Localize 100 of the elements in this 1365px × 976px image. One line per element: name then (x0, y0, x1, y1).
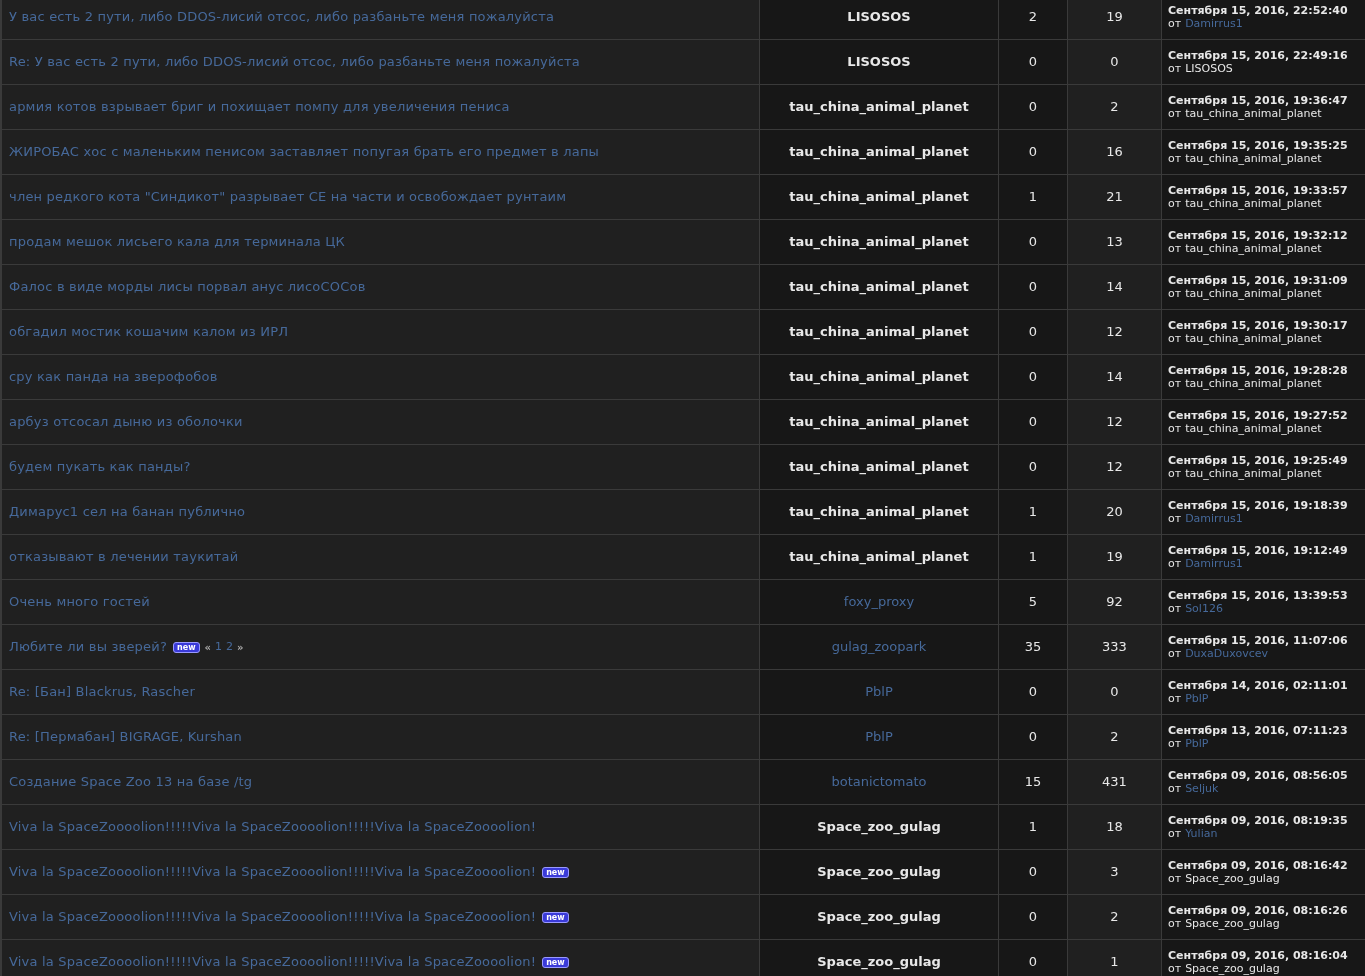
topic-link[interactable]: продам мешок лисьего кала для терминала ЦК (9, 232, 345, 252)
topic-link[interactable]: арбуз отсосал дыню из оболочки (9, 412, 243, 432)
last-poster-link[interactable]: Damirrus1 (1185, 557, 1243, 570)
last-poster-link[interactable]: DuxaDuxovcev (1185, 647, 1268, 660)
author-link[interactable]: foxy_proxy (843, 592, 915, 612)
replies-count: 0 (1028, 143, 1038, 162)
last-post-date: Сентября 15, 2016, 19:18:39 (1168, 499, 1349, 512)
topic-link[interactable]: ЖИРОБАС хос с маленьким пенисом заставляет попугая брать его предмет в лапы (9, 142, 600, 162)
last-poster-link[interactable]: PblP (1185, 692, 1209, 705)
topic-link[interactable]: Фалос в виде морды лисы порвал анус лисоСОСов (9, 277, 366, 297)
replies-count: 0 (1028, 413, 1038, 432)
replies-count: 0 (1028, 863, 1038, 882)
by-label: от (1168, 197, 1182, 210)
last-poster-name: tau_china_animal_planet (1185, 467, 1322, 480)
by-label: от (1168, 17, 1182, 30)
author-link[interactable]: PblP (865, 727, 893, 747)
last-post-date: Сентября 15, 2016, 22:49:16 (1168, 49, 1349, 62)
last-post-date: Сентября 15, 2016, 19:35:25 (1168, 139, 1349, 152)
page-link[interactable]: 1 (215, 638, 222, 656)
by-label: от (1168, 512, 1182, 525)
author-name: tau_china_animal_planet (789, 143, 969, 162)
topic-link[interactable]: Re: У вас есть 2 пути, либо DDOS-лисий отсос, либо разбаньте меня пожалуйста (9, 52, 580, 72)
by-label: от (1168, 737, 1182, 750)
last-post-date: Сентября 15, 2016, 22:52:40 (1168, 4, 1349, 17)
new-badge: new (542, 956, 569, 968)
last-poster-link[interactable]: Sol126 (1185, 602, 1223, 615)
author-link[interactable]: gulag_zoopark (831, 637, 927, 657)
replies-count: 1 (1028, 548, 1038, 567)
replies-count: 0 (1028, 908, 1038, 927)
views-count: 19 (1106, 548, 1123, 567)
topic-link[interactable]: Viva la SpaceZoooolion!!!!!Viva la SpaceZoooolion!!!!!Viva la SpaceZoooolion! (9, 952, 537, 972)
replies-count: 0 (1028, 728, 1038, 747)
topic-link[interactable]: Viva la SpaceZoooolion!!!!!Viva la SpaceZoooolion!!!!!Viva la SpaceZoooolion! (9, 862, 537, 882)
last-post-date: Сентября 15, 2016, 19:12:49 (1168, 544, 1349, 557)
replies-count: 35 (1024, 638, 1042, 657)
by-label: от (1168, 242, 1182, 255)
topic-link[interactable]: член редкого кота "Синдикот" разрывает СЕ на части и освобождает рунтаим (9, 187, 567, 207)
last-poster-name: tau_china_animal_planet (1185, 152, 1322, 165)
topic-link[interactable]: Viva la SpaceZoooolion!!!!!Viva la SpaceZoooolion!!!!!Viva la SpaceZoooolion! (9, 907, 537, 927)
author-name: tau_china_animal_planet (789, 188, 969, 207)
views-count: 12 (1106, 458, 1123, 477)
by-label: от (1168, 602, 1182, 615)
last-poster-link[interactable]: Seljuk (1185, 782, 1219, 795)
by-label: от (1168, 467, 1182, 480)
author-name: LISOSOS (847, 8, 911, 27)
views-count: 431 (1102, 773, 1127, 792)
last-poster-name: tau_china_animal_planet (1185, 197, 1322, 210)
replies-count: 0 (1028, 98, 1038, 117)
author-link[interactable]: PblP (865, 682, 893, 702)
topic-link[interactable]: отказывают в лечении таукитай (9, 547, 239, 567)
last-poster-name: tau_china_animal_planet (1185, 332, 1322, 345)
replies-count: 2 (1028, 8, 1038, 27)
by-label: от (1168, 917, 1182, 930)
by-label: от (1168, 287, 1182, 300)
author-link[interactable]: botanictomato (831, 772, 927, 792)
views-count: 18 (1106, 818, 1123, 837)
topic-link[interactable]: Re: [Бан] Blackrus, Rascher (9, 682, 196, 702)
topic-link[interactable]: будем пукать как панды? (9, 457, 191, 477)
author-name: tau_china_animal_planet (789, 323, 969, 342)
topic-link[interactable]: обгадил мостик кошачим калом из ИРЛ (9, 322, 289, 342)
topic-link[interactable]: Любите ли вы зверей? (9, 637, 167, 657)
page-link[interactable]: 2 (226, 638, 233, 656)
last-post-date: Сентября 15, 2016, 19:27:52 (1168, 409, 1349, 422)
last-poster-name: tau_china_animal_planet (1185, 242, 1322, 255)
by-label: от (1168, 827, 1182, 840)
topic-link[interactable]: Очень много гостей (9, 592, 150, 612)
by-label: от (1168, 647, 1182, 660)
replies-count: 0 (1028, 53, 1038, 72)
by-label: от (1168, 557, 1182, 570)
last-post-date: Сентября 09, 2016, 08:16:42 (1168, 859, 1349, 872)
topic-link[interactable]: армия котов взрывает бриг и похищает помпу для увеличения пениса (9, 97, 510, 117)
views-count: 1 (1110, 953, 1119, 972)
last-poster-name: LISOSOS (1185, 62, 1233, 75)
last-post-date: Сентября 15, 2016, 19:32:12 (1168, 229, 1349, 242)
replies-count: 0 (1028, 683, 1038, 702)
topic-link[interactable]: Димарус1 сел на банан публично (9, 502, 246, 522)
by-label: от (1168, 107, 1182, 120)
topic-link[interactable]: сру как панда на зверофобов (9, 367, 218, 387)
views-count: 2 (1110, 728, 1119, 747)
topic-link[interactable]: Viva la SpaceZoooolion!!!!!Viva la SpaceZoooolion!!!!!Viva la SpaceZoooolion! (9, 817, 537, 837)
last-poster-link[interactable]: PblP (1185, 737, 1209, 750)
replies-count: 0 (1028, 953, 1038, 972)
topic-link[interactable]: Создание Space Zoo 13 на базе /tg (9, 772, 253, 792)
author-name: Space_zoo_gulag (817, 818, 941, 837)
topic-link[interactable]: У вас есть 2 пути, либо DDOS-лисий отсос, либо разбаньте меня пожалуйста (9, 7, 555, 27)
last-poster-link[interactable]: Yulian (1185, 827, 1218, 840)
author-name: tau_china_animal_planet (789, 413, 969, 432)
author-name: tau_china_animal_planet (789, 368, 969, 387)
by-label: от (1168, 332, 1182, 345)
views-count: 13 (1106, 233, 1123, 252)
last-poster-link[interactable]: Damirrus1 (1185, 512, 1243, 525)
last-post-date: Сентября 15, 2016, 19:25:49 (1168, 454, 1349, 467)
last-poster-link[interactable]: Damirrus1 (1185, 17, 1243, 30)
topic-link[interactable]: Re: [Пермабан] BIGRAGE, Kurshan (9, 727, 242, 747)
replies-count: 0 (1028, 278, 1038, 297)
author-name: tau_china_animal_planet (789, 503, 969, 522)
last-post-date: Сентября 15, 2016, 19:33:57 (1168, 184, 1349, 197)
last-post-date: Сентября 14, 2016, 02:11:01 (1168, 679, 1349, 692)
last-poster-name: tau_china_animal_planet (1185, 287, 1322, 300)
last-poster-name: tau_china_animal_planet (1185, 377, 1322, 390)
